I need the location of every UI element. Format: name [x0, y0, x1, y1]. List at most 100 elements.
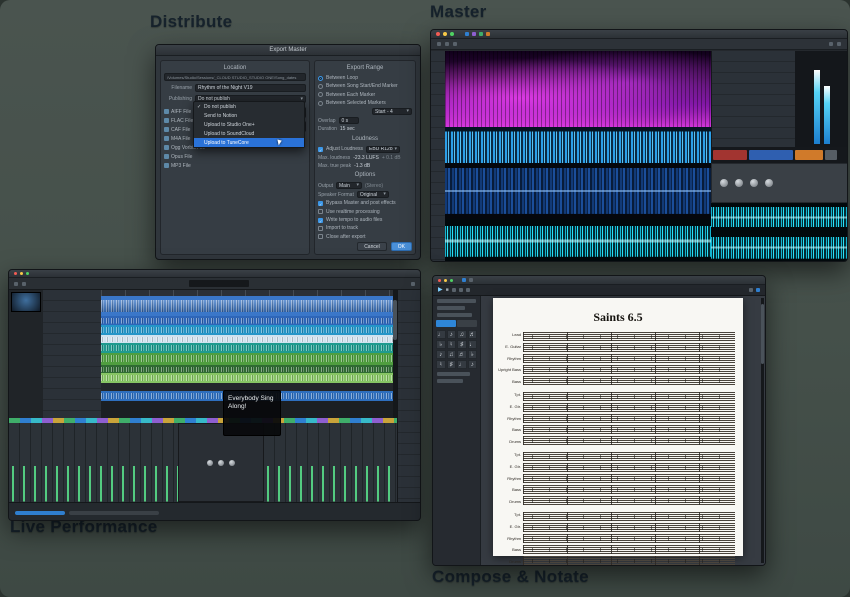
- staves[interactable]: [523, 332, 735, 385]
- staff[interactable]: [523, 425, 735, 434]
- symbol-cell[interactable]: ♪: [468, 360, 478, 369]
- filename-input[interactable]: Rhythm of the Night V19: [195, 84, 306, 92]
- symbol-cell[interactable]: ♭: [436, 340, 446, 349]
- staff[interactable]: [523, 512, 735, 521]
- symbol-cell[interactable]: ♮: [436, 360, 446, 369]
- transport-stop-icon[interactable]: ■: [446, 288, 449, 293]
- staff[interactable]: [523, 523, 735, 532]
- staff[interactable]: [523, 332, 735, 341]
- toolbar-icon[interactable]: [479, 32, 483, 36]
- close-button[interactable]: [436, 32, 440, 36]
- tool-icon[interactable]: [437, 42, 441, 46]
- overlap-input[interactable]: 0 s: [339, 117, 359, 124]
- marker-range-dropdown[interactable]: Start - 4▾: [372, 108, 412, 115]
- sidebar-item[interactable]: [437, 372, 470, 376]
- toolbar-icon[interactable]: [465, 32, 469, 36]
- cancel-button[interactable]: Cancel: [357, 242, 387, 251]
- toolbar-icon[interactable]: [486, 32, 490, 36]
- toolbar-icon[interactable]: [472, 32, 476, 36]
- tool-icon[interactable]: [756, 288, 760, 292]
- ok-button[interactable]: OK: [391, 242, 412, 251]
- symbol-cell[interactable]: ♩: [436, 330, 446, 339]
- tab-tools[interactable]: [457, 320, 477, 327]
- staff[interactable]: [523, 474, 735, 483]
- tool-icon[interactable]: [22, 282, 26, 286]
- minimize-button[interactable]: [443, 32, 447, 36]
- track-lane-cyan[interactable]: [101, 325, 397, 335]
- knob-icon[interactable]: [218, 460, 224, 466]
- staff[interactable]: [523, 463, 735, 472]
- loudness-stats-panel[interactable]: [711, 51, 795, 147]
- staff[interactable]: [523, 436, 735, 445]
- loudness-preset-dropdown[interactable]: EBU R128▾: [366, 146, 400, 153]
- sidebar-item[interactable]: [437, 299, 476, 303]
- staves[interactable]: [523, 512, 735, 565]
- staff[interactable]: [523, 354, 735, 363]
- clip-orange[interactable]: [795, 150, 823, 160]
- staves[interactable]: [523, 452, 735, 505]
- staff[interactable]: [523, 403, 735, 412]
- mastering-waveform-top[interactable]: [711, 203, 848, 232]
- staff[interactable]: [523, 485, 735, 494]
- track-waveform-strip[interactable]: [445, 219, 711, 262]
- range-option-song[interactable]: Between Song Start/End Marker: [318, 83, 412, 89]
- symbol-cell[interactable]: ♪: [436, 350, 446, 359]
- export-path-field[interactable]: /Volumes/Studio/Sessions/_CLOUD STUDIO_S…: [164, 73, 306, 81]
- master-waveform-display[interactable]: [445, 163, 711, 219]
- track-lane-pale[interactable]: [101, 335, 397, 343]
- knob-icon[interactable]: [750, 179, 758, 187]
- range-option-loop[interactable]: Between Loop: [318, 75, 412, 81]
- range-option-selected-markers[interactable]: Between Selected Markers: [318, 100, 412, 106]
- symbol-cell[interactable]: ♫: [457, 330, 467, 339]
- format-option-mp3[interactable]: MP3 File: [164, 161, 246, 170]
- master-titlebar[interactable]: [431, 30, 847, 39]
- mixer-strips-right[interactable]: [264, 423, 397, 502]
- option-close-after-export[interactable]: ✓Close after export: [318, 234, 412, 240]
- track-lane-vocals[interactable]: [101, 296, 397, 316]
- track-lane-green[interactable]: [101, 353, 397, 365]
- tab-symbols[interactable]: [436, 320, 456, 327]
- score-scrollbar[interactable]: [761, 298, 764, 563]
- transport-display[interactable]: [189, 280, 249, 287]
- output-dropdown[interactable]: Main▾: [336, 182, 362, 189]
- knob-icon[interactable]: [765, 179, 773, 187]
- tool-icon[interactable]: [445, 42, 449, 46]
- symbol-cell[interactable]: ♯: [447, 360, 457, 369]
- browser-panel[interactable]: [397, 290, 421, 502]
- track-header-column[interactable]: [43, 290, 101, 418]
- clip-red[interactable]: [713, 150, 747, 160]
- menu-item-upload-tunecore[interactable]: Upload to TuneCore: [194, 138, 304, 147]
- tool-icon[interactable]: [411, 282, 415, 286]
- option-realtime[interactable]: ✓Use realtime processing: [318, 209, 412, 215]
- menu-item-do-not-publish[interactable]: ✓Do not publish: [194, 102, 304, 111]
- staff[interactable]: [523, 534, 735, 543]
- tool-icon[interactable]: [829, 42, 833, 46]
- symbol-cell[interactable]: ♫: [447, 350, 457, 359]
- mixer-section[interactable]: [9, 418, 397, 502]
- knob-icon[interactable]: [229, 460, 235, 466]
- range-option-each-marker[interactable]: Between Each Marker: [318, 92, 412, 98]
- staff[interactable]: [523, 343, 735, 352]
- sidebar-item[interactable]: [437, 379, 463, 383]
- toolbar-icon[interactable]: [462, 278, 466, 282]
- track-lane-darkgreen[interactable]: [101, 365, 397, 373]
- project-track-rail[interactable]: [431, 51, 445, 261]
- transport-play-icon[interactable]: ▶: [438, 287, 443, 293]
- symbol-cell[interactable]: ♩: [468, 340, 478, 349]
- tool-icon[interactable]: [14, 282, 18, 286]
- tool-icon[interactable]: [453, 42, 457, 46]
- vertical-scrollbar[interactable]: [393, 290, 397, 418]
- staves[interactable]: [523, 392, 735, 445]
- track-lane-lime[interactable]: [101, 373, 397, 383]
- dialog-titlebar[interactable]: Export Master: [156, 45, 420, 56]
- clip-gray[interactable]: [825, 150, 837, 160]
- speaker-format-dropdown[interactable]: Original▾: [357, 191, 389, 198]
- zoom-button[interactable]: [450, 32, 454, 36]
- tool-icon[interactable]: [466, 288, 470, 292]
- symbol-cell[interactable]: ♮: [447, 340, 457, 349]
- scrollbar-thumb[interactable]: [393, 300, 397, 340]
- staff[interactable]: [523, 365, 735, 374]
- tool-icon[interactable]: [459, 288, 463, 292]
- symbol-cell[interactable]: ♭: [468, 350, 478, 359]
- close-button[interactable]: [438, 279, 441, 282]
